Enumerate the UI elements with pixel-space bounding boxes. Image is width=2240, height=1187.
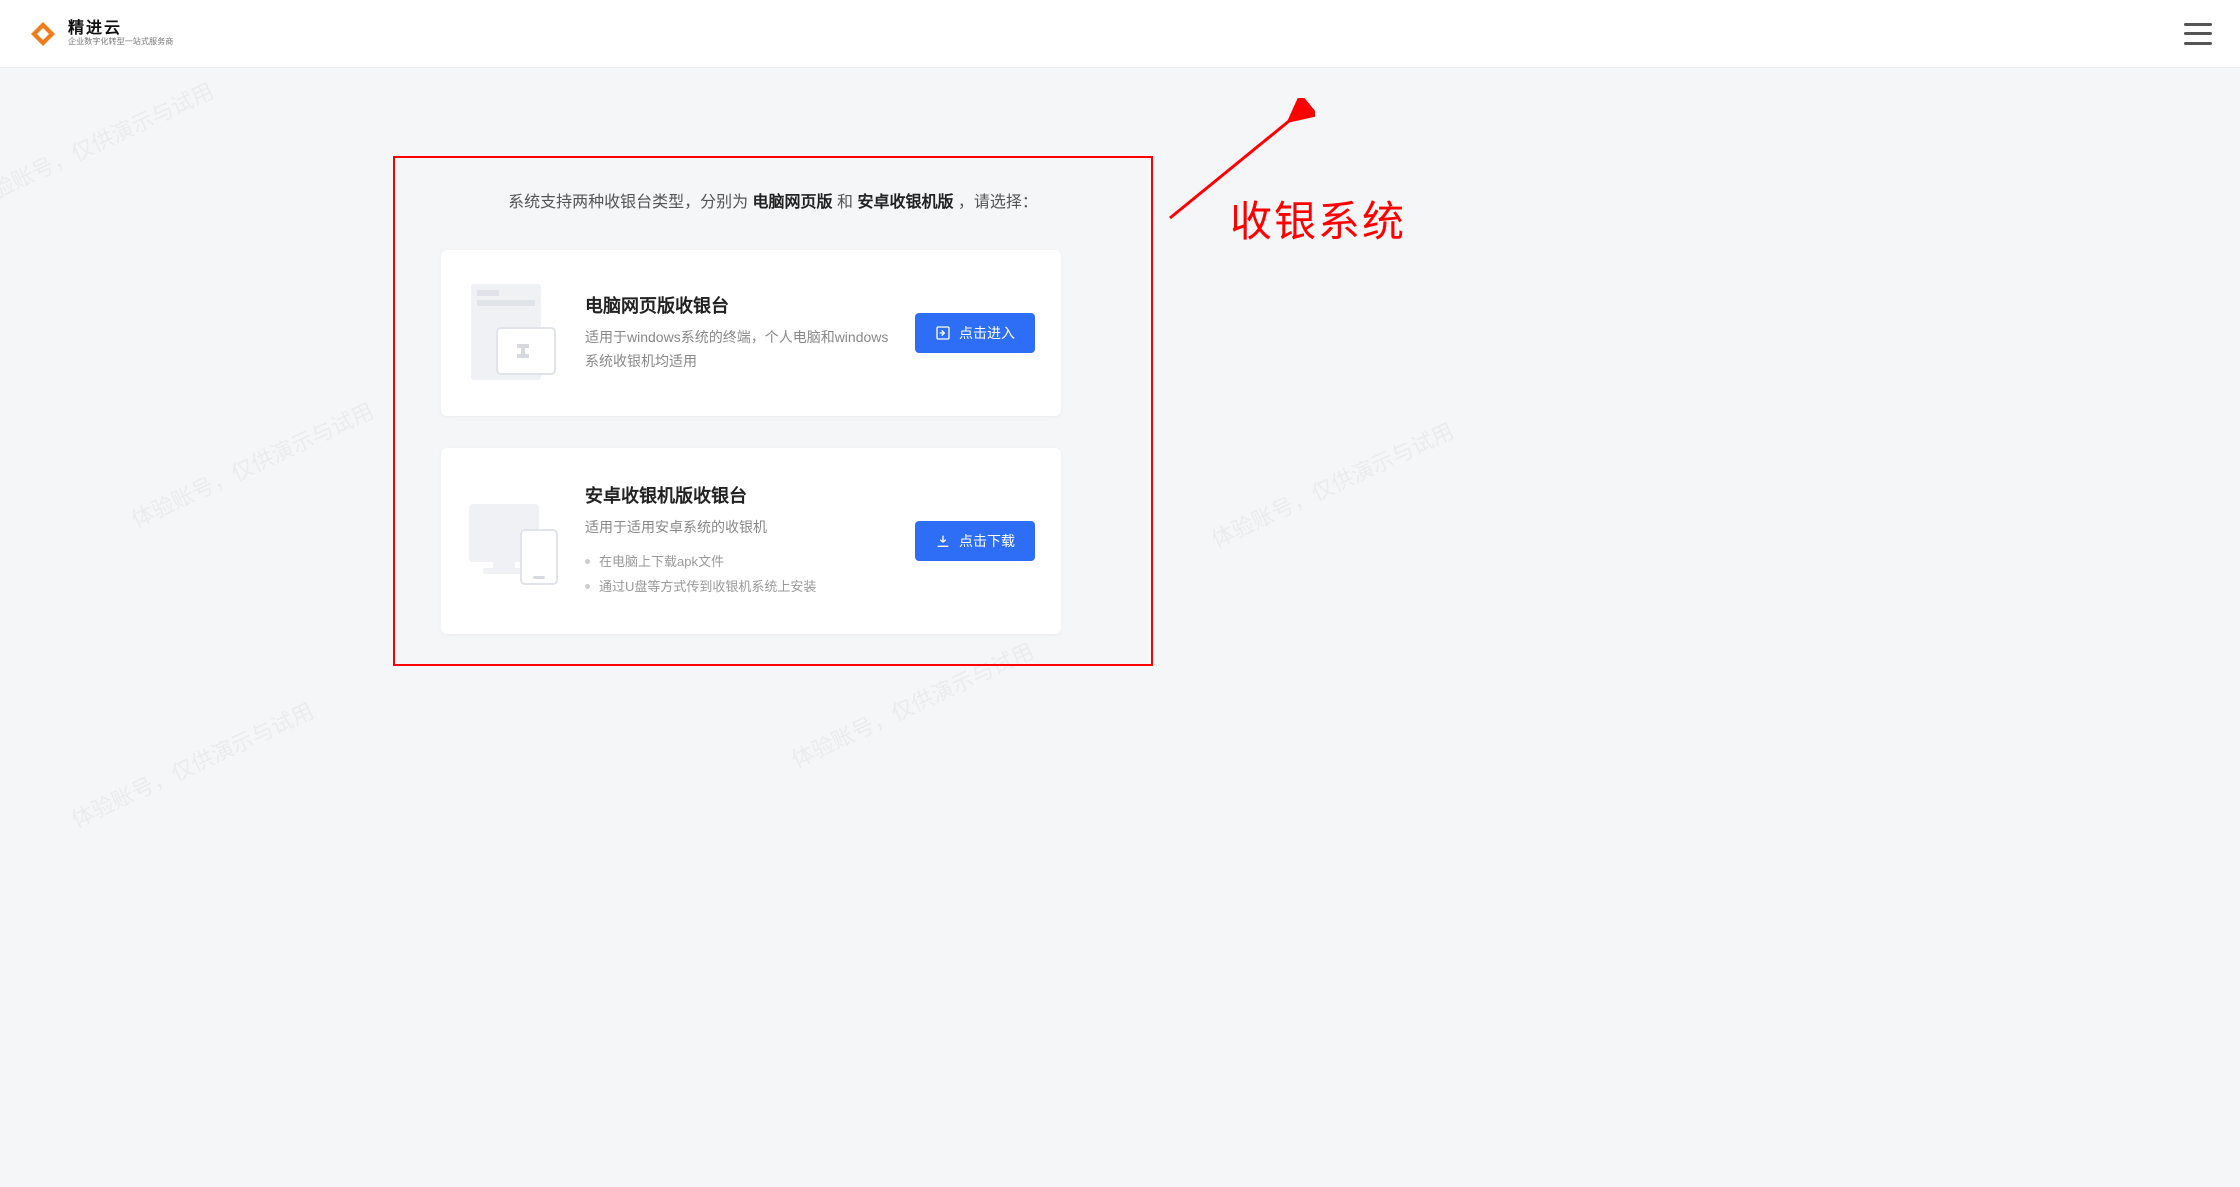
watermark: 体验账号，仅供演示与试用	[126, 394, 379, 535]
intro-suffix: ，请选择：	[958, 194, 1038, 211]
page-body: 体验账号，仅供演示与试用 体验账号，仅供演示与试用 体验账号，仅供演示与试用 体…	[0, 68, 2240, 1187]
annotation-label: 收银系统	[1230, 188, 1406, 249]
download-android-cashier-button[interactable]: 点击下载	[915, 521, 1035, 561]
enter-icon	[935, 325, 951, 341]
watermark: 体验账号，仅供演示与试用	[1206, 414, 1459, 555]
android-pos-illustration-icon	[463, 486, 563, 596]
card-title: 电脑网页版收银台	[585, 292, 893, 318]
install-steps-list: 在电脑上下载apk文件 通过U盘等方式传到收银机系统上安装	[585, 550, 893, 599]
intro-bold-web: 电脑网页版	[753, 194, 833, 211]
card-title: 安卓收银机版收银台	[585, 482, 893, 508]
card-desc: 适用于windows系统的终端，个人电脑和windows系统收银机均适用	[585, 326, 893, 374]
app-header: 精进云 企业数字化转型一站式服务商	[0, 0, 2240, 68]
brand: 精进云 企业数字化转型一站式服务商	[28, 19, 185, 49]
brand-text: 精进云 企业数字化转型一站式服务商	[68, 20, 185, 47]
intro-prefix: 系统支持两种收银台类型，分别为	[508, 194, 752, 211]
pc-illustration-icon	[463, 278, 563, 388]
menu-toggle-button[interactable]	[2184, 23, 2212, 45]
button-label: 点击进入	[959, 323, 1015, 343]
intro-text: 系统支持两种收银台类型，分别为 电脑网页版 和 安卓收银机版 ，请选择：	[395, 188, 1151, 212]
watermark: 体验账号，仅供演示与试用	[0, 74, 218, 215]
intro-bold-android: 安卓收银机版	[857, 194, 953, 211]
install-step: 在电脑上下载apk文件	[585, 550, 893, 575]
cashier-option-android: 安卓收银机版收银台 适用于适用安卓系统的收银机 在电脑上下载apk文件 通过U盘…	[441, 448, 1061, 634]
annotation-highlight-box: 系统支持两种收银台类型，分别为 电脑网页版 和 安卓收银机版 ，请选择： 电脑网…	[393, 156, 1153, 666]
card-desc: 适用于适用安卓系统的收银机	[585, 516, 893, 540]
enter-web-cashier-button[interactable]: 点击进入	[915, 313, 1035, 353]
button-label: 点击下载	[959, 531, 1015, 551]
install-step: 通过U盘等方式传到收银机系统上安装	[585, 575, 893, 600]
brand-tagline: 企业数字化转型一站式服务商	[68, 38, 173, 47]
card-body: 电脑网页版收银台 适用于windows系统的终端，个人电脑和windows系统收…	[585, 292, 893, 374]
download-icon	[935, 533, 951, 549]
card-body: 安卓收银机版收银台 适用于适用安卓系统的收银机 在电脑上下载apk文件 通过U盘…	[585, 482, 893, 599]
watermark: 体验账号，仅供演示与试用	[66, 694, 319, 835]
brand-name: 精进云	[68, 20, 185, 38]
brand-logo-icon	[28, 19, 58, 49]
cashier-option-web: 电脑网页版收银台 适用于windows系统的终端，个人电脑和windows系统收…	[441, 250, 1061, 416]
intro-mid: 和	[837, 194, 857, 211]
